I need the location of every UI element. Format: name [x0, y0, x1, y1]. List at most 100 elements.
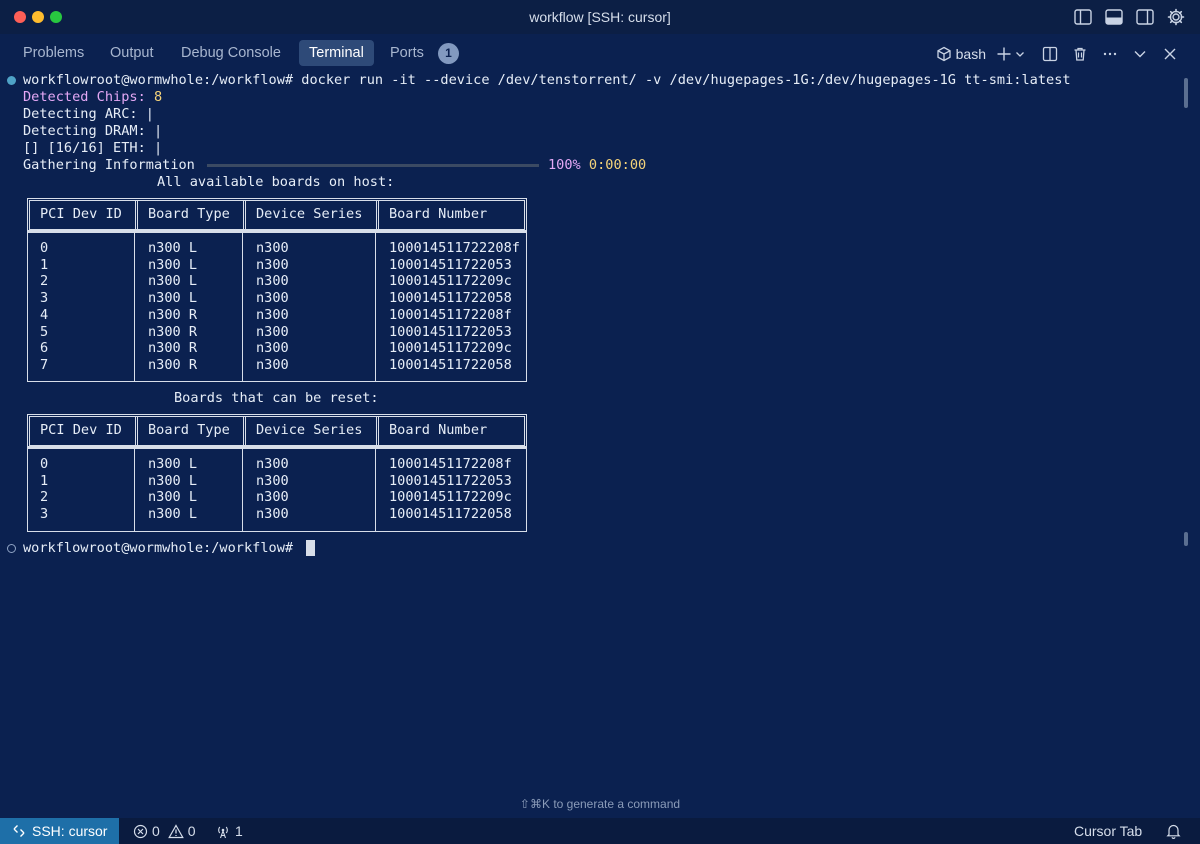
reset-boards-row-cell: 2: [40, 489, 49, 506]
column-header: Board Type: [148, 206, 230, 222]
progress-readout: 100% 0:00:00: [548, 157, 646, 174]
column-header: Board Number: [389, 206, 488, 222]
error-icon: [133, 824, 148, 838]
all-boards-table-header: PCI Dev ID Board Type Device Series Board N…: [27, 198, 527, 232]
all-boards-row-cell: 6: [40, 340, 49, 357]
toggle-secondary-sidebar-icon[interactable]: [1135, 7, 1155, 27]
body-column-divider: [375, 449, 376, 531]
header-column-divider: [376, 417, 379, 445]
reset-boards-row-cell: 10001451172208f: [389, 456, 512, 472]
terminal-cursor: [306, 540, 315, 556]
terminal-scrollbar-marker[interactable]: [1184, 78, 1188, 108]
reset-boards-caption: Boards that can be reset:: [174, 390, 379, 406]
all-boards-table: PCI Dev ID Board Type Device Series Board N…: [27, 198, 527, 382]
reset-boards-row-cell: n300 L: [148, 506, 198, 523]
body-column-divider: [242, 449, 243, 531]
all-boards-caption: All available boards on host:: [157, 174, 395, 190]
command-success-decoration[interactable]: [7, 76, 16, 85]
reset-boards-row-cell: 3: [40, 506, 49, 523]
remote-indicator[interactable]: SSH: cursor: [0, 818, 120, 844]
tab-output[interactable]: Output: [100, 40, 164, 66]
kill-terminal-trash-icon[interactable]: [1072, 43, 1088, 65]
reset-boards-row-cell: 100014511722058: [389, 506, 512, 523]
all-boards-row-cell: 1: [40, 256, 49, 273]
all-boards-row-cell: n300 R: [148, 340, 198, 357]
tab-debug-console[interactable]: Debug Console: [171, 40, 291, 66]
cursor-tab-status[interactable]: Cursor Tab: [1074, 818, 1142, 844]
notifications-bell-icon[interactable]: [1166, 818, 1181, 844]
all-boards-row-cell: n300 L: [148, 273, 198, 290]
column-header: Board Number: [389, 422, 488, 438]
reset-boards-row-cell: n300: [256, 489, 289, 506]
body-column-divider: [242, 233, 243, 381]
progress-bar: [207, 164, 539, 167]
tab-ports[interactable]: Ports: [380, 40, 434, 66]
tab-terminal[interactable]: Terminal: [299, 40, 374, 66]
progress-bar-fill: [207, 164, 539, 167]
error-count: 0: [152, 823, 160, 839]
detecting-dram-line: Detecting DRAM: |: [23, 123, 163, 139]
header-column-divider: [376, 201, 379, 229]
new-terminal-plus-icon[interactable]: [996, 43, 1012, 65]
all-boards-row-cell: n300: [256, 340, 289, 357]
all-boards-row-cell: n300 R: [148, 306, 198, 323]
warning-icon: [167, 823, 184, 838]
header-column-divider: [135, 201, 138, 229]
reset-boards-row-cell: 1: [40, 472, 49, 489]
all-boards-row-cell: n300: [256, 306, 289, 323]
new-terminal-dropdown-chevron-icon[interactable]: [1014, 43, 1026, 65]
column-header: Board Type: [148, 422, 230, 438]
reset-boards-table-header: PCI Dev ID Board Type Device Series Board N…: [27, 414, 527, 448]
reset-boards-row-cell: 0: [40, 456, 49, 472]
all-boards-row-cell: 3: [40, 290, 49, 307]
detected-chips-line: Detected Chips: 8: [23, 89, 162, 106]
header-column-divider: [135, 417, 138, 445]
all-boards-row-cell: 10001451172209c: [389, 273, 512, 290]
all-boards-row-cell: 2: [40, 273, 49, 290]
terminal-shell-label[interactable]: bash: [956, 46, 986, 62]
eth-line: [] [16/16] ETH: |: [23, 140, 163, 156]
all-boards-row-cell: n300: [256, 356, 289, 373]
toggle-panel-icon[interactable]: [1104, 7, 1124, 27]
terminal-scrollbar-thumb[interactable]: [1184, 532, 1188, 546]
prompt: workflowroot@wormwhole:/workflow#: [23, 72, 294, 88]
reset-boards-table-body: 0 n300 L n300 10001451172208f 1 n300 L n300 100…: [27, 446, 527, 532]
all-boards-table-body: 0 n300 L n300 100014511722208f 1 n300 L n300 10…: [27, 230, 527, 382]
reset-boards-row-cell: n300 L: [148, 472, 198, 489]
problems-status[interactable]: 0 0: [133, 818, 196, 844]
settings-gear-icon[interactable]: [1166, 7, 1186, 27]
all-boards-row-cell: 0: [40, 240, 49, 256]
terminal-profile-icon[interactable]: [936, 43, 952, 65]
more-actions-ellipsis-icon[interactable]: [1102, 43, 1118, 65]
progress-time: 0:00:00: [580, 157, 647, 173]
all-boards-row-cell: 100014511722053: [389, 256, 512, 273]
reset-boards-row-cell: n300 L: [148, 456, 198, 472]
all-boards-row-cell: 4: [40, 306, 49, 323]
all-boards-row-cell: n300: [256, 240, 289, 256]
terminal-output[interactable]: workflowroot@wormwhole:/workflow# docker…: [0, 72, 1178, 792]
all-boards-row-cell: n300 R: [148, 323, 198, 340]
toggle-primary-sidebar-icon[interactable]: [1073, 7, 1093, 27]
command-pending-decoration[interactable]: [7, 544, 16, 553]
all-boards-row-cell: n300 L: [148, 290, 198, 307]
split-terminal-icon[interactable]: [1042, 43, 1058, 65]
forwarded-ports-status[interactable]: 1: [215, 818, 243, 844]
warning-count: 0: [187, 823, 196, 839]
command-text: docker run -it --device /dev/tenstorrent…: [293, 72, 1071, 88]
all-boards-row-cell: 5: [40, 323, 49, 340]
broadcast-antenna-icon: [218, 826, 228, 838]
collapse-panel-chevron-icon[interactable]: [1132, 43, 1148, 65]
reset-boards-row-cell: 100014511722053: [389, 472, 512, 489]
all-boards-row-cell: 7: [40, 356, 49, 373]
detecting-arc-line: Detecting ARC: |: [23, 106, 154, 122]
reset-boards-row-cell: n300 L: [148, 489, 198, 506]
tab-problems[interactable]: Problems: [13, 40, 94, 66]
reset-boards-row-cell: n300: [256, 506, 289, 523]
close-panel-icon[interactable]: [1162, 43, 1178, 65]
all-boards-row-cell: 100014511722053: [389, 323, 512, 340]
ports-count-badge: 1: [438, 43, 459, 64]
all-boards-row-cell: 10001451172209c: [389, 340, 512, 357]
title-bar: workflow [SSH: cursor]: [0, 0, 1200, 34]
progress-percent: 100%: [548, 157, 581, 173]
column-header: PCI Dev ID: [40, 206, 122, 222]
